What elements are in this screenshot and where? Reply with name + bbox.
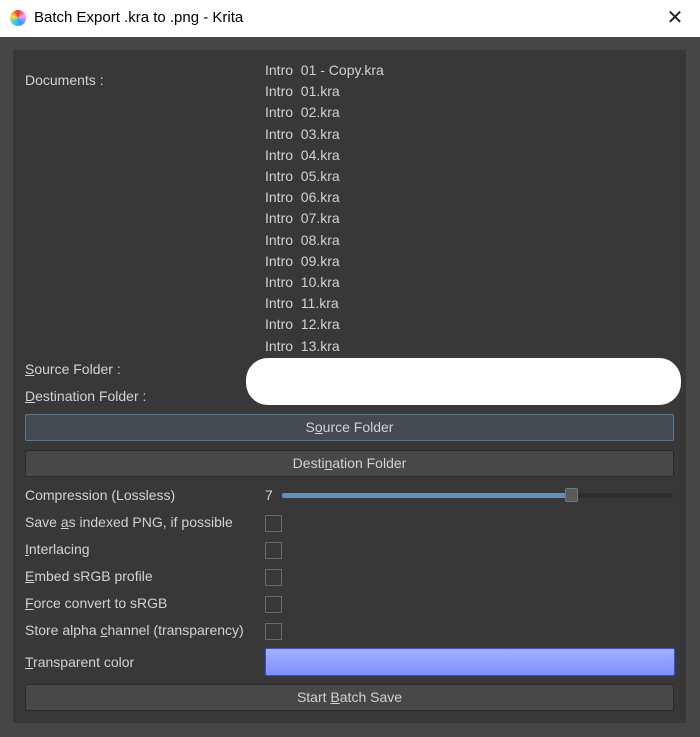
document-item: Intro 04.kra — [265, 146, 340, 163]
source-folder-button[interactable]: Source Folder — [25, 414, 674, 441]
document-item: Intro 01.kra — [265, 83, 340, 100]
option-checkbox[interactable] — [265, 623, 282, 640]
transparent-color-label: Transparent color — [25, 654, 135, 670]
option-checkbox[interactable] — [265, 515, 282, 532]
document-item: Intro 08.kra — [265, 231, 340, 248]
transparent-color-button[interactable] — [265, 648, 675, 676]
document-item: Intro 05.kra — [265, 168, 340, 184]
document-item: Intro 09.kra — [265, 252, 340, 269]
document-item: Intro 03.kra — [265, 125, 340, 142]
document-item: Intro 07.kra — [265, 210, 340, 227]
document-item: Intro 01 - Copy.kra — [265, 62, 384, 78]
compression-slider[interactable] — [282, 488, 673, 502]
compression-value: 7 — [265, 487, 273, 503]
source-folder-label: Source Folder : — [25, 361, 121, 377]
dialog-panel: Documents : Intro 01 - Copy.kra Intro 01.… — [13, 50, 686, 723]
slider-fill — [282, 493, 571, 498]
document-item: Intro 11.kra — [265, 295, 339, 312]
option-label: Save as indexed PNG, if possible — [25, 514, 233, 530]
close-button[interactable]: ✕ — [660, 5, 690, 31]
option-checkbox[interactable] — [265, 569, 282, 586]
document-item: Intro 02.kra — [265, 104, 340, 121]
redacted-paths — [246, 358, 681, 405]
title-bar: Batch Export .kra to .png - Krita ✕ — [0, 0, 700, 37]
option-label: Embed sRGB profile — [25, 568, 153, 584]
option-checkbox[interactable] — [265, 542, 282, 559]
start-batch-save-button[interactable]: Start Batch Save — [25, 684, 674, 711]
option-checkbox[interactable] — [265, 596, 282, 613]
document-item: Intro 10.kra — [265, 274, 340, 290]
destination-folder-button[interactable]: Destination Folder — [25, 450, 674, 477]
krita-logo-icon — [10, 10, 26, 26]
destination-folder-label: Destination Folder : — [25, 388, 147, 404]
window-title: Batch Export .kra to .png - Krita — [34, 9, 244, 26]
option-label: Interlacing — [25, 541, 90, 557]
document-item: Intro 06.kra — [265, 189, 340, 206]
option-label: Store alpha channel (transparency) — [25, 622, 244, 638]
option-label: Force convert to sRGB — [25, 595, 168, 611]
document-item: Intro 12.kra — [265, 316, 340, 333]
document-item: Intro 13.kra — [265, 337, 340, 354]
slider-handle[interactable] — [564, 488, 578, 502]
documents-label: Documents : — [25, 72, 104, 88]
compression-label: Compression (Lossless) — [25, 487, 176, 503]
